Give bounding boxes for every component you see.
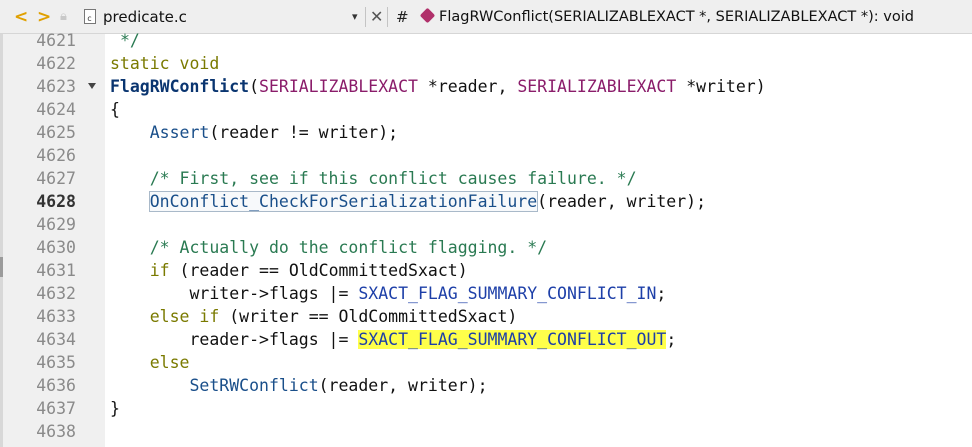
code-text: Assert(reader != writer);: [149, 123, 399, 142]
line-number: 4629: [36, 215, 76, 234]
line-number: 4635: [36, 353, 76, 372]
code-line[interactable]: 4627 /* First, see if this conflict caus…: [0, 167, 972, 190]
code-line[interactable]: 4633 else if (writer == OldCommittedSxac…: [0, 305, 972, 328]
fold-toggle-icon[interactable]: [88, 83, 96, 89]
line-number: 4633: [36, 307, 76, 326]
line-number: 4622: [36, 54, 76, 73]
code-line[interactable]: 4638: [0, 420, 972, 443]
code-text: */: [120, 31, 140, 50]
code-line[interactable]: 4630 /* Actually do the conflict flaggin…: [0, 236, 972, 259]
code-text: {: [110, 100, 120, 119]
line-number: 4630: [36, 238, 76, 257]
code-text: FlagRWConflict(SERIALIZABLEXACT *reader,…: [110, 77, 766, 96]
code-line[interactable]: 4621 */: [0, 29, 972, 52]
code-line[interactable]: 4624 {: [0, 98, 972, 121]
code-text: else if (writer == OldCommittedSxact): [149, 307, 518, 326]
code-text: SetRWConflict(reader, writer);: [189, 376, 488, 395]
line-number: 4621: [36, 31, 76, 50]
code-line-current[interactable]: 4628 OnConflict_CheckForSerializationFai…: [0, 190, 972, 213]
code-line[interactable]: 4623 FlagRWConflict(SERIALIZABLEXACT *re…: [0, 75, 972, 98]
code-text: /* First, see if this conflict causes fa…: [149, 169, 637, 188]
selected-symbol[interactable]: OnConflict_CheckForSerializationFailure: [148, 191, 539, 212]
code-text: }: [110, 399, 120, 418]
code-line[interactable]: 4631 if (reader == OldCommittedSxact): [0, 259, 972, 282]
code-text: OnConflict_CheckForSerializationFailure(…: [148, 191, 707, 212]
code-line[interactable]: 4626: [0, 144, 972, 167]
line-number: 4624: [36, 100, 76, 119]
code-line[interactable]: 4635 else: [0, 351, 972, 374]
code-line[interactable]: 4629: [0, 213, 972, 236]
toolbar-divider: [365, 7, 366, 27]
line-number: 4627: [36, 169, 76, 188]
highlighted-symbol[interactable]: SXACT_FLAG_SUMMARY_CONFLICT_OUT: [358, 330, 667, 349]
line-number: 4636: [36, 376, 76, 395]
function-name: FlagRWConflict: [110, 77, 250, 96]
toolbar-divider: [387, 7, 388, 27]
c-file-icon: c: [84, 9, 96, 24]
line-number: 4632: [36, 284, 76, 303]
line-number: 4634: [36, 330, 76, 349]
code-line[interactable]: 4632 writer->flags |= SXACT_FLAG_SUMMARY…: [0, 282, 972, 305]
line-number: 4623: [36, 77, 76, 96]
code-line[interactable]: 4622 static void: [0, 52, 972, 75]
code-text: /* Actually do the conflict flagging. */: [149, 238, 548, 257]
code-line[interactable]: 4637 }: [0, 397, 972, 420]
line-number: 4625: [36, 123, 76, 142]
line-number: 4626: [36, 146, 76, 165]
current-line-number: 4628: [36, 192, 76, 211]
code-text: static void: [110, 54, 220, 73]
line-number: 4638: [36, 422, 76, 441]
line-number: 4631: [36, 261, 76, 280]
code-line[interactable]: 4625 Assert(reader != writer);: [0, 121, 972, 144]
code-text: else: [149, 353, 190, 372]
line-number: 4637: [36, 399, 76, 418]
code-text: writer->flags |= SXACT_FLAG_SUMMARY_CONF…: [189, 284, 667, 303]
function-icon: [419, 7, 436, 24]
code-text: reader->flags |= SXACT_FLAG_SUMMARY_CONF…: [189, 330, 677, 349]
code-text: if (reader == OldCommittedSxact): [149, 261, 468, 280]
code-line[interactable]: 4636 SetRWConflict(reader, writer);: [0, 374, 972, 397]
code-line[interactable]: 4634 reader->flags |= SXACT_FLAG_SUMMARY…: [0, 328, 972, 351]
